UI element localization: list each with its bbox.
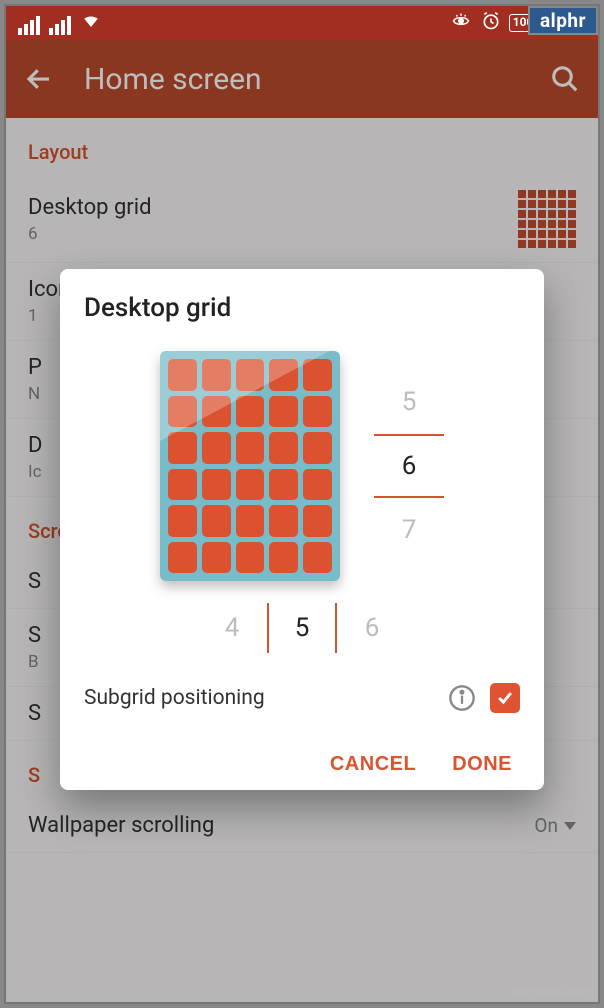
signal-sim2-icon bbox=[49, 16, 71, 35]
wifi-icon bbox=[80, 12, 102, 35]
phone-frame: alphr www.deuaq.com 100 9:27 Home screen bbox=[4, 4, 600, 1004]
subgrid-checkbox[interactable] bbox=[490, 683, 520, 713]
subgrid-label: Subgrid positioning bbox=[84, 686, 434, 710]
grid-preview bbox=[160, 351, 340, 581]
rows-picker[interactable]: 5 6 7 bbox=[374, 370, 444, 562]
signal-sim1-icon bbox=[18, 16, 40, 35]
picker-value-selected[interactable]: 6 bbox=[374, 434, 444, 498]
dialog-desktop-grid: Desktop grid 5 6 7 4 5 6 Subgrid bbox=[60, 269, 544, 790]
picker-value[interactable]: 6 bbox=[337, 603, 407, 653]
cancel-button[interactable]: CANCEL bbox=[330, 753, 416, 776]
picker-value[interactable]: 4 bbox=[197, 603, 267, 653]
picker-value[interactable]: 7 bbox=[402, 498, 417, 562]
info-icon[interactable] bbox=[448, 684, 476, 712]
picker-value-selected[interactable]: 5 bbox=[267, 603, 337, 653]
cols-picker[interactable]: 4 5 6 bbox=[84, 603, 520, 653]
eye-care-icon bbox=[449, 12, 473, 35]
alphr-tag: alphr bbox=[528, 6, 598, 35]
picker-value[interactable]: 5 bbox=[402, 370, 417, 434]
alarm-icon bbox=[481, 11, 501, 36]
watermark: www.deuaq.com bbox=[508, 985, 590, 998]
done-button[interactable]: DONE bbox=[452, 753, 512, 776]
dialog-title: Desktop grid bbox=[84, 293, 520, 323]
status-bar: 100 9:27 bbox=[6, 6, 598, 40]
